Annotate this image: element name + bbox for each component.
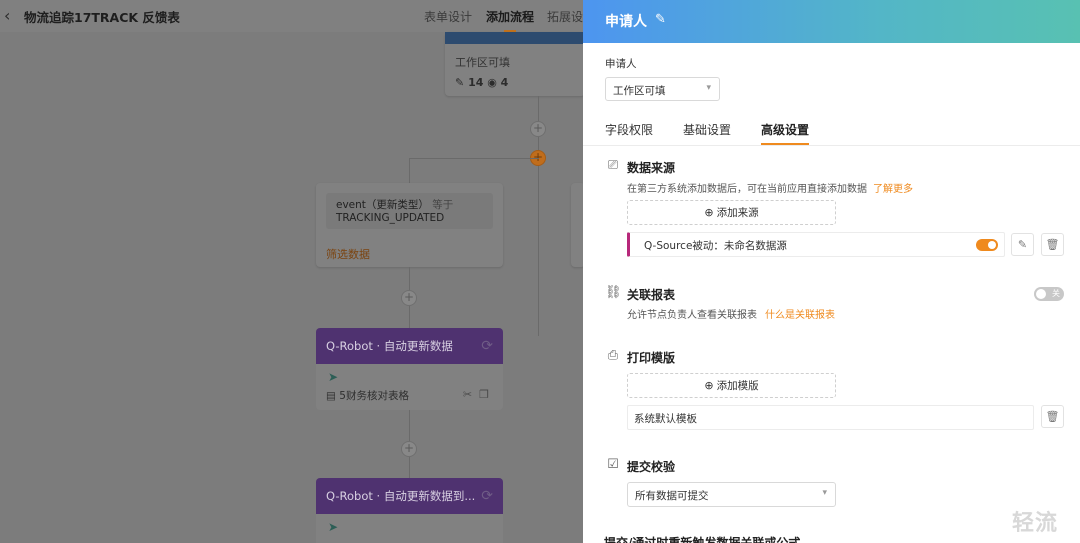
- filter-data-label: 筛选数据: [326, 248, 370, 261]
- side-node-card[interactable]: [571, 183, 583, 267]
- add-node-button[interactable]: +: [530, 121, 546, 137]
- chevron-down-icon: ▾: [706, 83, 711, 93]
- drawer-header: 申请人 ✎: [583, 0, 1080, 43]
- toggle-label: 关: [1052, 289, 1060, 298]
- robot-node-header: Q-Robot · 自动更新数据到... ⟳: [316, 478, 503, 514]
- page-title: 物流追踪17TRACK 反馈表: [24, 10, 180, 25]
- robot-node-card[interactable]: Q-Robot · 自动更新数据 ⟳ ➤ ▤ 5财务核对表格 ✂ ❐: [316, 328, 503, 410]
- plus-circle-icon: ⊕: [704, 379, 714, 392]
- template-item[interactable]: 系统默认模板: [627, 405, 1034, 430]
- what-is-linked-report-link[interactable]: 什么是关联报表: [765, 310, 835, 321]
- linked-report-desc: 允许节点负责人查看关联报表 什么是关联报表: [627, 306, 835, 321]
- template-item-label: 系统默认模板: [634, 413, 697, 425]
- tab-add-process[interactable]: 添加流程: [486, 8, 534, 32]
- edit-icon: ✎: [1017, 238, 1028, 251]
- eye-icon: ◉: [487, 76, 497, 89]
- robot-node-info: ▤ 5财务核对表格: [326, 388, 409, 403]
- permission-select[interactable]: 工作区可填 ▾: [605, 77, 720, 101]
- add-source-label: 添加来源: [716, 207, 759, 219]
- view-count: 4: [500, 76, 509, 89]
- node-permission-label: 工作区可填: [455, 56, 510, 69]
- branch-line: [409, 158, 539, 159]
- node-stats: ✎ 14 ◉ 4: [455, 76, 508, 89]
- add-node-button[interactable]: +: [401, 441, 417, 457]
- retrigger-section-title: 提交/通过时重新触发数据关联或公式: [604, 536, 801, 543]
- sync-icon: ⟳: [481, 338, 493, 354]
- data-source-item[interactable]: Q-Source被动：未命名数据源: [627, 232, 1005, 257]
- watermark: 轻流: [1012, 511, 1059, 536]
- send-icon: ➤: [328, 520, 339, 534]
- robot-node-body: ➤: [316, 514, 503, 543]
- field-label: 申请人: [605, 58, 637, 70]
- edit-source-button[interactable]: ✎: [1011, 233, 1034, 256]
- robot-node-title: Q-Robot · 自动更新数据到...: [326, 489, 476, 503]
- tab-advanced-settings[interactable]: 高级设置: [761, 121, 810, 145]
- robot-node-title: Q-Robot · 自动更新数据: [326, 339, 453, 353]
- trash-icon: 🗑: [1045, 410, 1060, 423]
- filter-node-card[interactable]: event（更新类型） 等于 TRACKING_UPDATED 筛选数据: [316, 183, 503, 267]
- tab-form-design[interactable]: 表单设计: [424, 8, 472, 25]
- robot-node-card[interactable]: Q-Robot · 自动更新数据到... ⟳ ➤: [316, 478, 503, 543]
- learn-more-link[interactable]: 了解更多: [873, 184, 913, 195]
- tab-extend[interactable]: 拓展设: [547, 8, 583, 25]
- condition-value: TRACKING_UPDATED: [336, 212, 445, 224]
- robot-node-actions: ✂ ❐: [463, 388, 489, 401]
- plus-circle-icon: ⊕: [704, 206, 714, 219]
- checkbox-icon: ☑: [607, 457, 619, 472]
- cut-icon[interactable]: ✂: [463, 388, 472, 401]
- add-template-label: 添加模版: [716, 380, 759, 392]
- condition-field: event（更新类型）: [336, 199, 429, 211]
- workflow-node-card[interactable]: 工作区可填 ✎ 14 ◉ 4: [445, 32, 583, 96]
- add-template-button[interactable]: ⊕ 添加模版: [627, 373, 836, 398]
- table-icon: ▤: [326, 390, 336, 402]
- copy-icon[interactable]: ❐: [479, 388, 489, 401]
- sync-icon: ⟳: [481, 488, 493, 504]
- tab-basic-settings[interactable]: 基础设置: [683, 121, 731, 138]
- submit-check-title: 提交校验: [627, 460, 676, 474]
- tab-field-permission[interactable]: 字段权限: [605, 121, 653, 138]
- submit-check-value: 所有数据可提交: [635, 490, 709, 502]
- condition-operator: 等于: [432, 199, 454, 211]
- tabs-divider: [583, 145, 1080, 146]
- linked-report-title: 关联报表: [627, 288, 676, 302]
- filter-condition: event（更新类型） 等于 TRACKING_UPDATED: [326, 193, 493, 229]
- data-source-desc-text: 在第三方系统添加数据后，可在当前应用直接添加数据: [627, 184, 867, 195]
- data-source-toggle[interactable]: [976, 239, 998, 251]
- linked-report-desc-text: 允许节点负责人查看关联报表: [627, 310, 757, 321]
- delete-source-button[interactable]: 🗑: [1041, 233, 1064, 256]
- connector-line: [409, 158, 410, 183]
- data-source-item-label: Q-Source被动：未命名数据源: [644, 240, 787, 252]
- node-settings-drawer: 申请人 ✎ 申请人 工作区可填 ▾ 字段权限 基础设置 高级设置 ⎚ 数据来源 …: [583, 0, 1080, 543]
- trash-icon: 🗑: [1045, 238, 1060, 251]
- workflow-canvas: ‹ 物流追踪17TRACK 反馈表 表单设计 添加流程 拓展设 工作区可填 ✎ …: [0, 0, 583, 543]
- drawer-title: 申请人: [605, 14, 647, 30]
- robot-node-header: Q-Robot · 自动更新数据 ⟳: [316, 328, 503, 364]
- submit-check-select[interactable]: 所有数据可提交 ▾: [627, 482, 836, 507]
- chevron-down-icon: ▾: [822, 488, 827, 498]
- node-header-stripe: [445, 32, 583, 44]
- top-bar: ‹ 物流追踪17TRACK 反馈表 表单设计 添加流程 拓展设: [0, 0, 583, 32]
- robot-node-body: ➤ ▤ 5财务核对表格 ✂ ❐: [316, 364, 503, 410]
- robot-node-target: 5财务核对表格: [339, 390, 409, 402]
- printer-icon: ⎙: [607, 348, 619, 363]
- print-template-title: 打印模版: [627, 351, 676, 365]
- linked-report-toggle[interactable]: 关: [1034, 287, 1064, 301]
- edit-icon: ✎: [455, 76, 465, 89]
- data-source-title: 数据来源: [627, 161, 676, 175]
- edit-count: 14: [468, 76, 484, 89]
- delete-template-button[interactable]: 🗑: [1041, 405, 1064, 428]
- data-source-desc: 在第三方系统添加数据后，可在当前应用直接添加数据 了解更多: [627, 180, 913, 195]
- add-node-button[interactable]: +: [401, 290, 417, 306]
- chevron-left-icon[interactable]: ‹: [4, 6, 10, 25]
- send-icon: ➤: [328, 370, 339, 384]
- data-source-icon: ⎚: [607, 158, 619, 173]
- permission-select-value: 工作区可填: [613, 85, 666, 97]
- add-source-button[interactable]: ⊕ 添加来源: [627, 200, 836, 225]
- edit-icon[interactable]: ✎: [655, 12, 666, 27]
- link-icon: ⛓: [605, 285, 622, 300]
